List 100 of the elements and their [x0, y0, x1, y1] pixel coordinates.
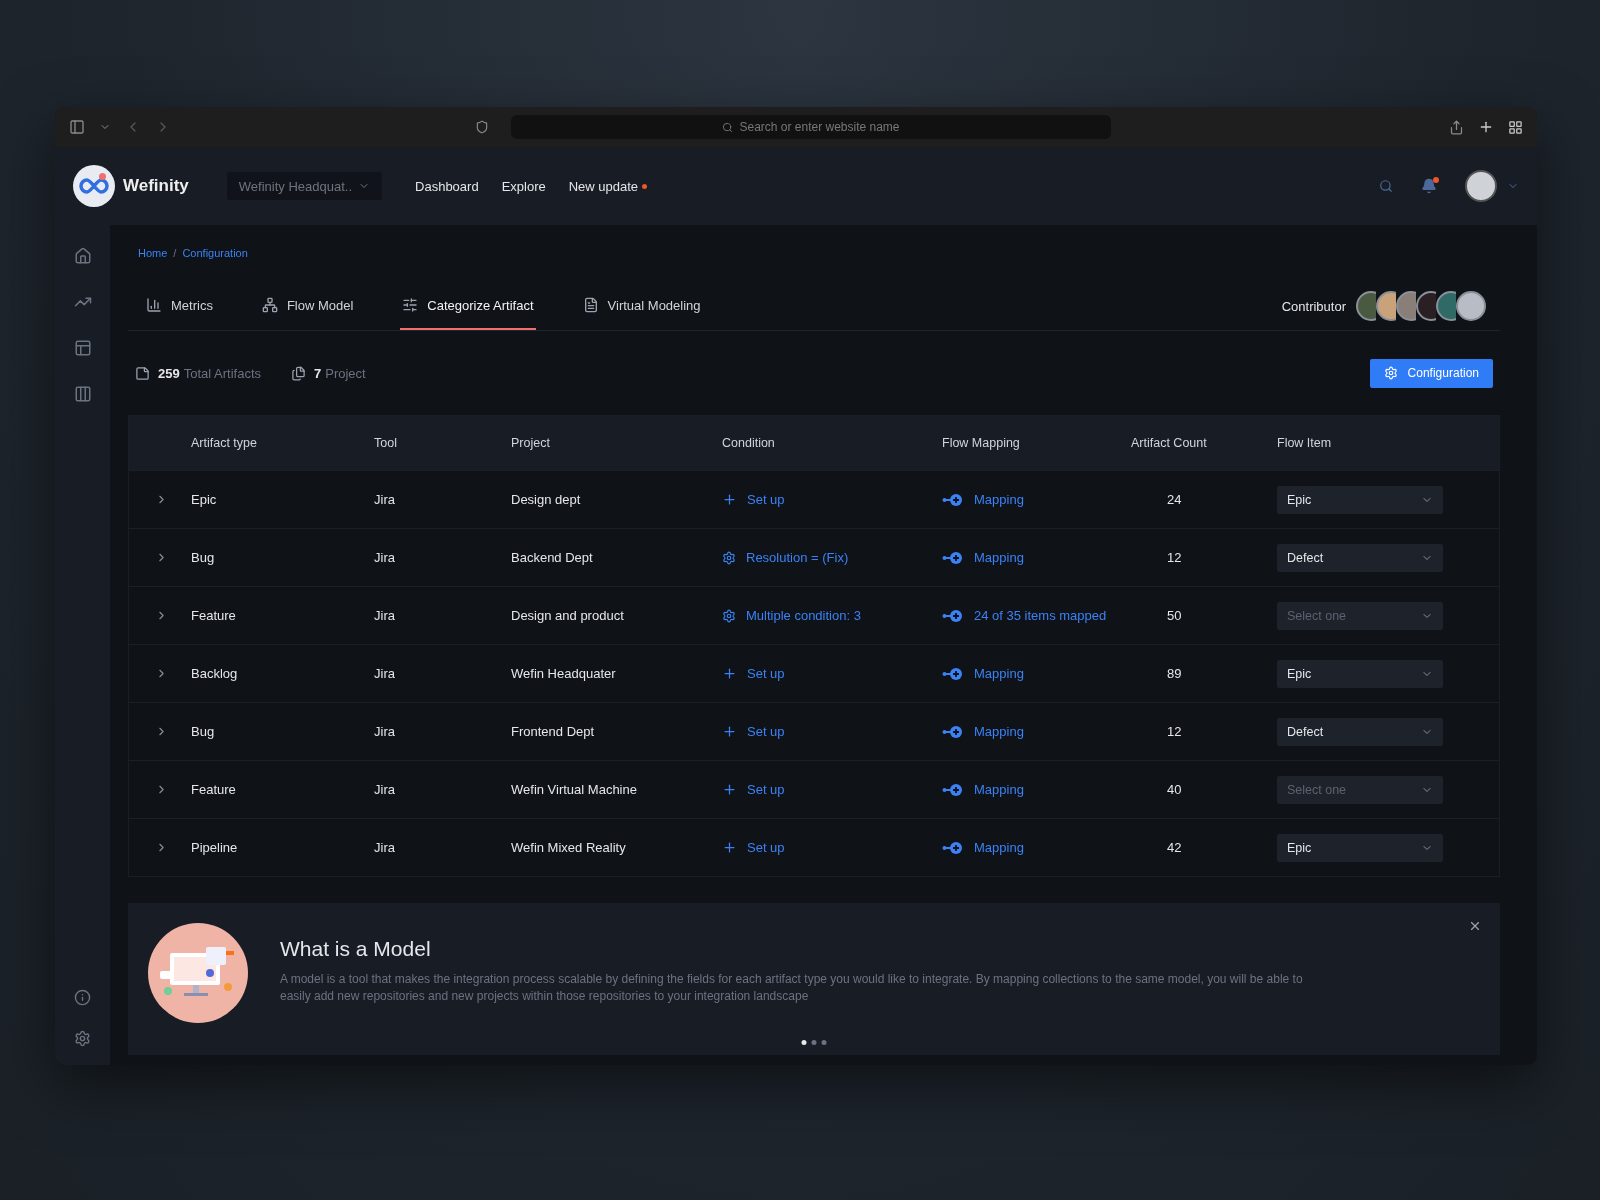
mapping-link[interactable]: Mapping	[942, 724, 1024, 739]
search-icon[interactable]	[1379, 179, 1393, 193]
card-title: What is a Model	[280, 937, 432, 961]
document-icon	[135, 365, 150, 381]
doc-icon	[582, 297, 599, 313]
table-cell-text: Frontend Dept	[511, 724, 596, 739]
table-cell-text: 24	[1166, 492, 1183, 507]
condition-link[interactable]: Set up	[722, 724, 785, 739]
mapping-icon	[942, 724, 964, 739]
nav-link[interactable]: Explore	[501, 178, 546, 194]
table-cell-text: 50	[1166, 608, 1183, 623]
condition-link[interactable]: Set up	[722, 782, 785, 797]
tab-overview-icon[interactable]	[1508, 119, 1523, 135]
share-icon[interactable]	[1449, 119, 1464, 135]
contributor-avatar[interactable]	[1416, 291, 1436, 321]
breadcrumb-separator: /	[173, 247, 177, 259]
shield-icon[interactable]	[475, 120, 489, 134]
mapping-link[interactable]: Mapping	[942, 840, 1024, 855]
plus-icon	[722, 724, 737, 739]
mapping-link[interactable]: Mapping	[942, 782, 1024, 797]
contributor-avatar[interactable]	[1396, 291, 1416, 321]
mapping-icon	[942, 666, 964, 681]
layout-icon	[73, 339, 92, 357]
stat-label: Total Artifacts	[183, 365, 261, 381]
mapping-link[interactable]: Mapping	[942, 492, 1024, 507]
flow-icon	[261, 297, 278, 313]
condition-link[interactable]: Set up	[722, 840, 785, 855]
table-cell-text: Wefin Headquater	[511, 666, 617, 681]
nav-link[interactable]: Dashboard	[415, 178, 479, 194]
table-cell-text: 89	[1166, 666, 1183, 681]
sidebar-toggle-icon[interactable]	[69, 119, 85, 135]
contributor-avatar[interactable]	[1356, 291, 1376, 321]
home-button[interactable]	[73, 247, 92, 265]
breadcrumb-link[interactable]: Configuration	[182, 247, 248, 259]
condition-link[interactable]: Set up	[722, 666, 785, 681]
mapping-link[interactable]: Mapping	[942, 666, 1024, 681]
flow-item-select[interactable]: Defect	[1277, 543, 1443, 572]
flow-item-select[interactable]: Epic	[1277, 833, 1443, 862]
table-cell-text: 12	[1166, 724, 1183, 739]
stat-value: 259	[158, 365, 180, 381]
contributor-avatar[interactable]	[1456, 291, 1486, 321]
settings-button[interactable]	[74, 1030, 91, 1047]
info-button[interactable]	[74, 989, 91, 1006]
gear-icon	[722, 608, 736, 623]
condition-link[interactable]: Resolution = (Fix)	[722, 550, 849, 565]
table-cell-text: Design and product	[511, 608, 625, 623]
card-description: A model is a tool that makes the integration process scalable by defining the fields for each artifact type you would like to integrate. By mapping collections to the same model, you will be able to easily add new repositories and new projects within those repositories to your integration landscape	[280, 971, 1304, 1005]
breadcrumb-link[interactable]: Home	[138, 247, 168, 259]
table-cell-text: Jira	[374, 724, 396, 739]
contributor-avatar[interactable]	[1436, 291, 1456, 321]
carousel-dot[interactable]	[811, 1040, 817, 1045]
gear-icon	[1383, 366, 1398, 380]
tab[interactable]: Flow Model	[259, 282, 356, 330]
condition-link[interactable]: Multiple condition: 3	[722, 608, 861, 623]
table-cell-text: 12	[1166, 550, 1183, 565]
flow-item-select[interactable]: Defect	[1277, 717, 1443, 746]
table-cell-text: Feature	[191, 782, 237, 797]
column-header: Condition	[722, 436, 776, 450]
table-cell-text: Pipeline	[191, 840, 239, 855]
plus-icon	[722, 492, 737, 507]
configuration-button[interactable]: Configuration	[1369, 358, 1493, 388]
address-bar[interactable]: Search or enter website name	[511, 115, 1111, 139]
brand-name: Wefinity	[123, 176, 189, 196]
table-cell-text: Wefin Virtual Machine	[511, 782, 638, 797]
document-icon	[291, 365, 306, 381]
board-icon	[73, 385, 92, 403]
flow-item-select[interactable]: Epic	[1277, 485, 1443, 514]
user-avatar[interactable]	[1465, 170, 1497, 202]
mapping-icon	[942, 608, 964, 623]
carousel-dot[interactable]	[801, 1040, 807, 1045]
tab[interactable]: Categorize Artifact	[400, 282, 536, 330]
workspace-dropdown[interactable]: Wefinity Headquat..	[226, 172, 383, 200]
column-header: Flow Item	[1277, 436, 1333, 450]
sliders-icon	[402, 297, 419, 313]
table-cell-text: Jira	[374, 840, 396, 855]
table-cell-text: 40	[1166, 782, 1183, 797]
contributor-label: Contributor	[1281, 298, 1346, 314]
flow-item-select[interactable]: Epic	[1277, 659, 1443, 688]
mapping-link[interactable]: 24 of 35 items mapped	[942, 608, 1107, 623]
address-placeholder: Search or enter website name	[739, 120, 900, 134]
stat-label: Project	[325, 365, 366, 381]
board-button[interactable]	[73, 385, 92, 403]
tab[interactable]: Virtual Modeling	[580, 282, 703, 330]
new-tab-icon[interactable]	[1478, 119, 1494, 135]
mapping-icon	[942, 492, 964, 507]
table-cell-text: Feature	[191, 608, 237, 623]
close-button[interactable]	[1468, 919, 1482, 933]
mapping-link[interactable]: Mapping	[942, 550, 1024, 565]
layout-button[interactable]	[73, 339, 92, 357]
table-cell-text: Jira	[374, 666, 396, 681]
metrics-icon	[146, 297, 162, 313]
table-cell-text: Bug	[191, 550, 216, 565]
tab[interactable]: Metrics	[144, 282, 215, 330]
mapping-icon	[942, 782, 964, 797]
carousel-dot[interactable]	[821, 1040, 827, 1045]
nav-link[interactable]: New update	[568, 178, 648, 194]
plus-icon	[722, 782, 737, 797]
contributor-avatar[interactable]	[1376, 291, 1396, 321]
condition-link[interactable]: Set up	[722, 492, 785, 507]
gear-icon	[722, 550, 736, 565]
